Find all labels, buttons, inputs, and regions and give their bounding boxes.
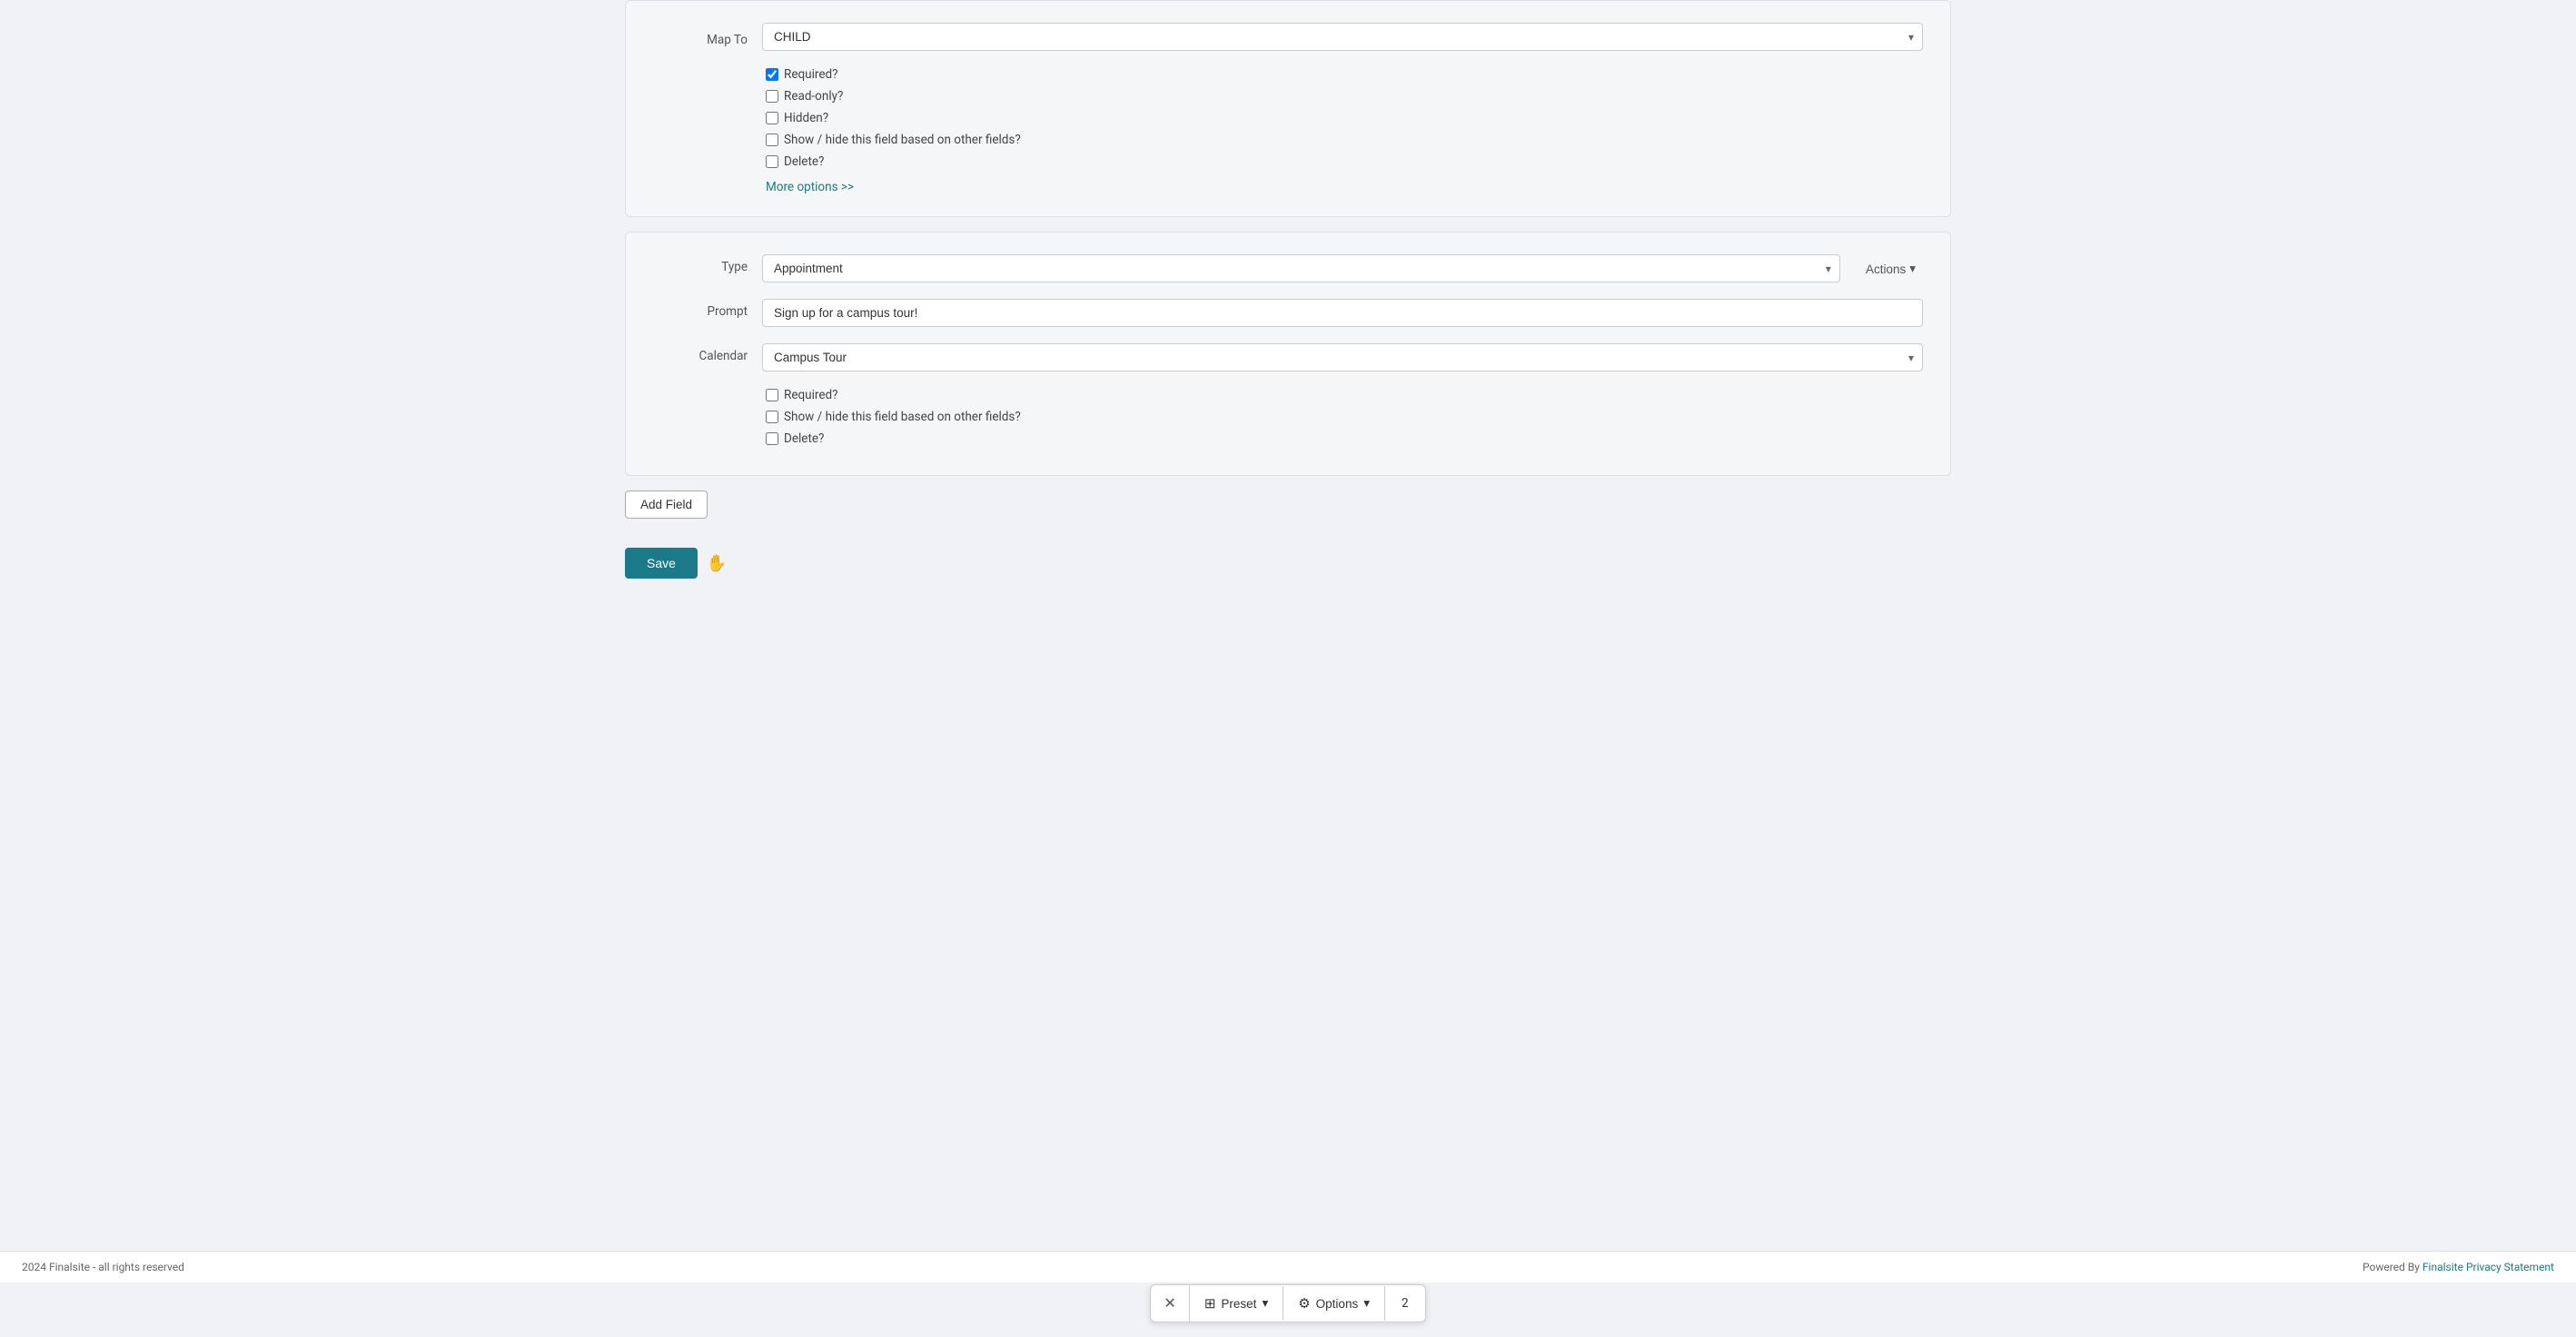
prompt-label: Prompt [653, 299, 762, 319]
checkboxes-row-1: Required? Read-only? Hidden? Show / hide… [653, 67, 1923, 194]
readonly-label: Read-only? [784, 89, 843, 104]
privacy-link[interactable]: Privacy Statement [2466, 1261, 2554, 1273]
prompt-input[interactable] [762, 299, 1923, 327]
readonly-checkbox[interactable] [766, 90, 778, 103]
copyright-text: 2024 Finalsite - all rights reserved [22, 1261, 184, 1273]
save-button[interactable]: Save [625, 548, 698, 579]
calendar-row: Calendar Campus Tour Open House Admissio… [653, 343, 1923, 371]
required-checkbox-row: Required? [766, 67, 1923, 82]
options-label: Options [1316, 1297, 1359, 1311]
required-checkbox[interactable] [766, 68, 778, 81]
appt-delete-label: Delete? [784, 431, 824, 446]
appt-required-checkbox[interactable] [766, 389, 778, 401]
preset-chevron-icon: ▾ [1262, 1296, 1268, 1311]
options-chevron-icon: ▾ [1363, 1296, 1370, 1311]
appt-required-label: Required? [784, 388, 837, 402]
actions-button[interactable]: Actions ▾ [1858, 258, 1923, 280]
section-map-to: Map To CHILD PARENT STUDENT ▾ Required? [625, 0, 1951, 217]
toolbar-options-button[interactable]: ⚙ Options ▾ [1283, 1286, 1385, 1321]
preset-icon: ⊞ [1204, 1295, 1216, 1312]
appt-delete-checkbox-row: Delete? [766, 431, 1923, 446]
add-field-button[interactable]: Add Field [625, 490, 708, 519]
appt-required-checkbox-row: Required? [766, 388, 1923, 402]
hand-cursor-icon: ✋ [707, 554, 727, 573]
preset-label: Preset [1221, 1297, 1256, 1311]
map-to-row: Map To CHILD PARENT STUDENT ▾ [653, 23, 1923, 51]
top-checkboxes-area: Required? Read-only? Hidden? Show / hide… [762, 67, 1923, 194]
appointment-checkboxes-area: Required? Show / hide this field based o… [762, 388, 1923, 453]
map-to-select[interactable]: CHILD PARENT STUDENT [762, 23, 1923, 51]
save-area: Save ✋ [625, 548, 1951, 579]
delete-checkbox-row-1: Delete? [766, 154, 1923, 169]
appt-show-hide-label: Show / hide this field based on other fi… [784, 410, 1021, 424]
appointment-checkboxes-row: Required? Show / hide this field based o… [653, 388, 1923, 453]
map-to-control: CHILD PARENT STUDENT ▾ [762, 23, 1923, 51]
toolbar-group: ✕ ⊞ Preset ▾ ⚙ Options ▾ 2 [1150, 1284, 1425, 1322]
add-field-area: Add Field [625, 490, 1951, 535]
show-hide-checkbox-row: Show / hide this field based on other fi… [766, 133, 1923, 147]
type-label: Type [653, 254, 762, 274]
powered-by-text: Powered By Finalsite Privacy Statement [2363, 1261, 2554, 1273]
show-hide-label: Show / hide this field based on other fi… [784, 133, 1021, 147]
prompt-row: Prompt [653, 299, 1923, 327]
calendar-select-wrapper: Campus Tour Open House Admissions ▾ [762, 343, 1923, 371]
calendar-select[interactable]: Campus Tour Open House Admissions [762, 343, 1923, 371]
calendar-label: Calendar [653, 343, 762, 363]
delete-checkbox-1[interactable] [766, 155, 778, 168]
appt-show-hide-checkbox[interactable] [766, 411, 778, 423]
bottom-toolbar: ✕ ⊞ Preset ▾ ⚙ Options ▾ 2 [0, 1273, 2576, 1337]
appt-delete-checkbox[interactable] [766, 432, 778, 445]
type-select[interactable]: Appointment Text Checkbox Dropdown [762, 254, 1840, 282]
toolbar-close-icon: ✕ [1164, 1294, 1175, 1312]
required-label: Required? [784, 67, 837, 82]
appt-show-hide-checkbox-row: Show / hide this field based on other fi… [766, 410, 1923, 424]
hidden-checkbox-row: Hidden? [766, 111, 1923, 125]
type-select-wrapper: Appointment Text Checkbox Dropdown ▾ [762, 254, 1840, 282]
more-options-link[interactable]: More options >> [766, 180, 854, 194]
hidden-checkbox[interactable] [766, 112, 778, 124]
finalsite-link[interactable]: Finalsite [2422, 1261, 2463, 1273]
options-gear-icon: ⚙ [1298, 1295, 1310, 1312]
hidden-label: Hidden? [784, 111, 828, 125]
type-row: Type Appointment Text Checkbox Dropdown … [653, 254, 1923, 282]
toolbar-preset-button[interactable]: ⊞ Preset ▾ [1190, 1286, 1283, 1321]
map-to-label: Map To [653, 27, 762, 47]
section-appointment: Type Appointment Text Checkbox Dropdown … [625, 232, 1951, 476]
toolbar-page-number: 2 [1385, 1287, 1425, 1320]
map-to-select-wrapper: CHILD PARENT STUDENT ▾ [762, 23, 1923, 51]
toolbar-close-button[interactable]: ✕ [1151, 1285, 1189, 1322]
actions-chevron-icon: ▾ [1909, 262, 1916, 276]
actions-label: Actions [1866, 262, 1906, 276]
delete-label-1: Delete? [784, 154, 824, 169]
readonly-checkbox-row: Read-only? [766, 89, 1923, 104]
show-hide-checkbox[interactable] [766, 134, 778, 146]
